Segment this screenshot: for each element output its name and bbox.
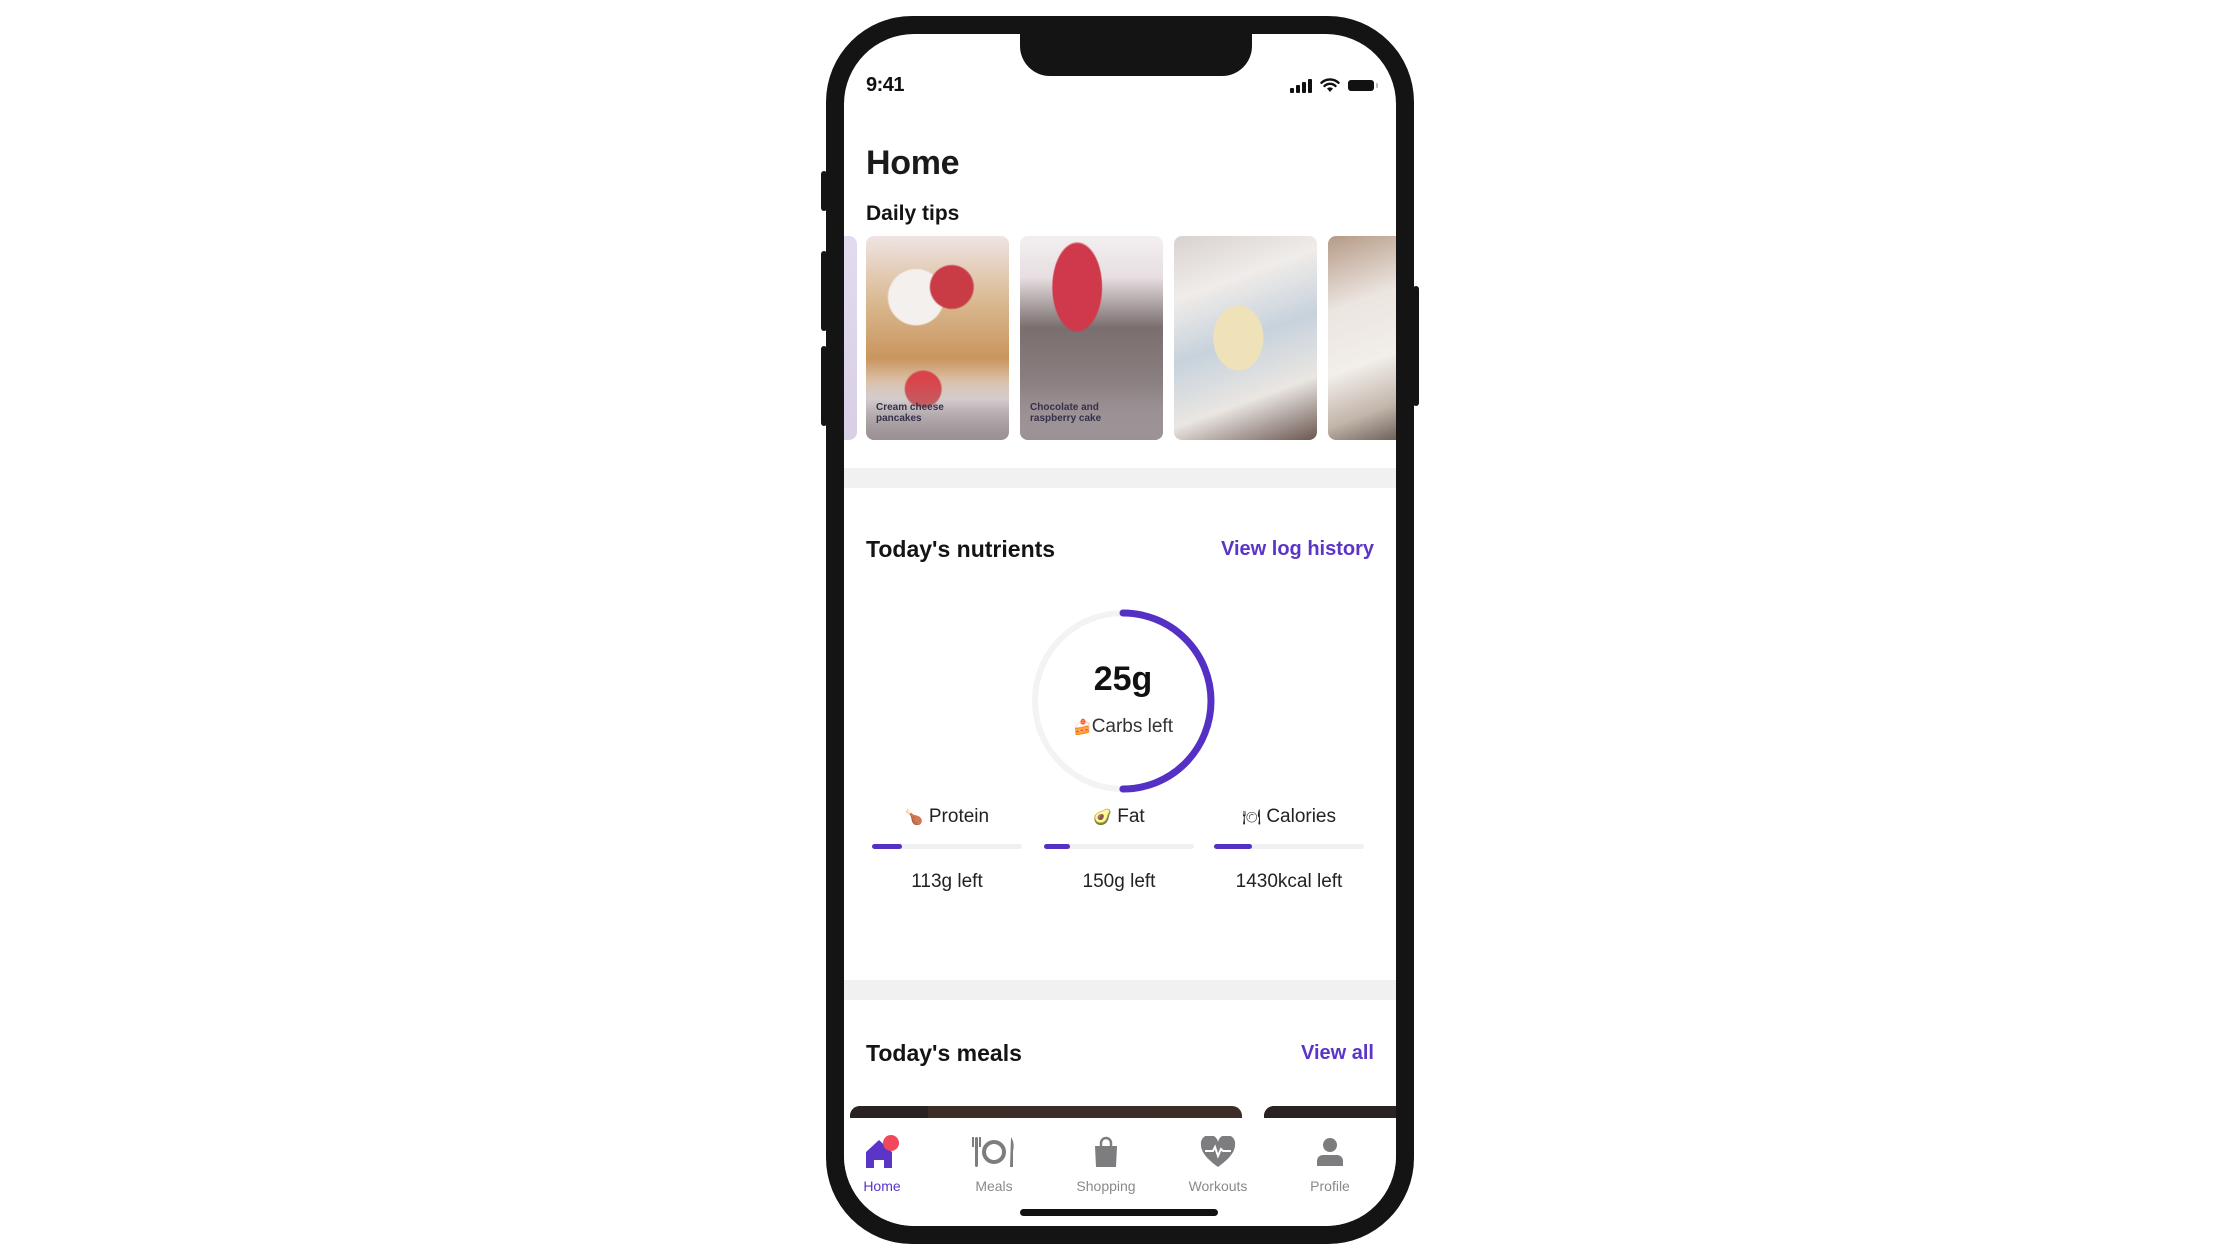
macro-name: Fat <box>1117 806 1145 827</box>
macro-left: 1430kcal left <box>1235 871 1343 892</box>
battery-icon <box>1348 80 1378 91</box>
section-divider <box>844 468 1396 488</box>
meal-card-lunch[interactable]: LUNCH <box>850 1106 1242 1118</box>
meal-tag: EVENING SNACK <box>1264 1106 1396 1118</box>
tab-home[interactable]: Home <box>844 1132 932 1194</box>
plate-icon: 🍽 <box>1241 809 1262 826</box>
tip-card[interactable] <box>1174 236 1317 440</box>
tip-card[interactable]: Cream cheese pancakes <box>866 236 1009 440</box>
cake-icon: 🍰 <box>1073 719 1092 736</box>
tab-bar: Home Meals Shopping Workouts Profile <box>844 1118 1396 1226</box>
tab-shopping[interactable]: Shopping <box>1056 1132 1156 1194</box>
tip-card-label: Chocolate and raspberry cake <box>1030 402 1102 424</box>
macro-progress-bar <box>872 844 1022 849</box>
carbs-ring-chart <box>1031 609 1215 793</box>
macro-calories: 🍽 Calories 1430kcal left <box>1214 806 1364 893</box>
heart-pulse-icon <box>1200 1136 1236 1167</box>
view-all-meals-link[interactable]: View all <box>1301 1042 1374 1065</box>
power-button <box>1413 286 1419 406</box>
daily-tips-title: Daily tips <box>866 202 960 225</box>
status-icons <box>1290 78 1378 93</box>
section-divider <box>844 980 1396 1000</box>
home-scroll-area[interactable]: Home Daily tips Cream cheese pancakes Ch… <box>844 106 1396 1118</box>
signal-icon <box>1290 78 1312 93</box>
home-indicator[interactable] <box>1020 1209 1218 1216</box>
macro-fat: 🥑 Fat 150g left <box>1044 806 1194 893</box>
screen: 9:41 Home Daily tips Cream cheese pancak… <box>844 34 1396 1226</box>
mute-switch <box>821 171 827 211</box>
volume-down-button <box>821 346 827 426</box>
macro-protein: 🍗 Protein 113g left <box>872 806 1022 893</box>
tab-label: Workouts <box>1188 1178 1248 1194</box>
view-log-history-link[interactable]: View log history <box>1221 538 1374 561</box>
daily-tips-carousel[interactable]: Cream cheese pancakes Chocolate and rasp… <box>844 236 1396 442</box>
tip-card[interactable] <box>1328 236 1396 440</box>
nutrients-title: Today's nutrients <box>866 536 1056 562</box>
carbs-label: Carbs left <box>1091 716 1173 737</box>
tab-profile[interactable]: Profile <box>1280 1132 1380 1194</box>
tab-workouts[interactable]: Workouts <box>1168 1132 1268 1194</box>
tip-card-label: Cream cheese pancakes <box>876 402 944 424</box>
macro-progress-bar <box>1214 844 1364 849</box>
drumstick-icon: 🍗 <box>904 809 924 826</box>
macro-left: 113g left <box>911 871 983 892</box>
carbs-value: 25g <box>1093 660 1153 698</box>
macro-progress-fill <box>872 844 902 849</box>
macro-progress-fill <box>1044 844 1070 849</box>
tab-label: Meals <box>975 1178 1013 1194</box>
tip-card[interactable]: Chocolate and raspberry cake <box>1020 236 1163 440</box>
macro-name: Calories <box>1266 806 1337 827</box>
carbs-label-row: 🍰Carbs left <box>1028 716 1218 738</box>
avocado-icon: 🥑 <box>1093 809 1112 826</box>
macro-left: 150g left <box>1082 871 1156 892</box>
phone-frame: 9:41 Home Daily tips Cream cheese pancak… <box>821 16 1419 1244</box>
wifi-icon <box>1320 78 1340 92</box>
tab-meals[interactable]: Meals <box>944 1132 1044 1194</box>
meals-title: Today's meals <box>866 1040 1022 1066</box>
shopping-bag-icon <box>1095 1136 1117 1167</box>
macro-name: Protein <box>928 806 990 827</box>
macro-progress-fill <box>1214 844 1252 849</box>
notch <box>1020 34 1252 76</box>
meal-tag: LUNCH <box>850 1106 928 1118</box>
notification-badge <box>883 1135 899 1151</box>
tab-label: Shopping <box>1076 1178 1136 1194</box>
page-title: Home <box>866 144 960 182</box>
cutlery-icon <box>972 1137 1014 1167</box>
macro-progress-bar <box>1044 844 1194 849</box>
profile-icon <box>1317 1138 1343 1166</box>
home-icon <box>866 1135 899 1168</box>
meal-card-evening-snack[interactable]: EVENING SNACK <box>1264 1106 1396 1118</box>
tab-label: Home <box>863 1178 901 1194</box>
carbs-ring: 25g 🍰Carbs left <box>1028 606 1218 796</box>
volume-up-button <box>821 251 827 331</box>
tip-card[interactable] <box>844 236 857 440</box>
status-time: 9:41 <box>866 74 905 96</box>
tab-label: Profile <box>1310 1178 1350 1194</box>
